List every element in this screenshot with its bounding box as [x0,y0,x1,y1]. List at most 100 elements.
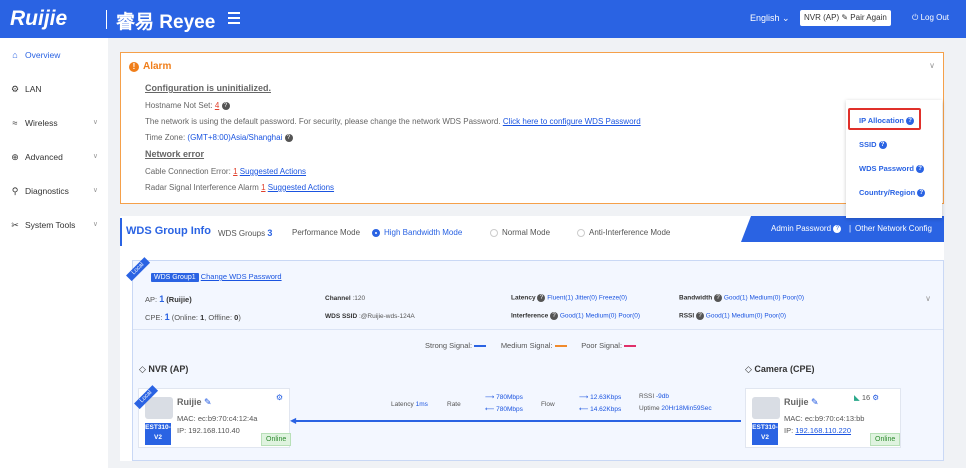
other-network-config-tab[interactable]: Other Network Config [855,216,932,242]
popup-item-country-region[interactable]: Country/Region ? [859,188,926,198]
help-icon: ? [878,141,887,150]
popup-item-wds-password[interactable]: WDS Password ? [859,164,925,174]
radio-icon [577,228,585,237]
group-expand-icon[interactable]: ∨ [925,294,931,303]
alarm-title-text: Alarm [143,61,172,72]
radar-count-link[interactable]: 1 [261,183,265,192]
wds-groups-value: 3 [267,228,273,238]
edit-icon: ✎ [841,13,849,22]
radar-suggested-actions-link[interactable]: Suggested Actions [268,183,334,192]
highlight-box [848,108,921,130]
sidebar-item-wireless[interactable]: ≈ Wireless ∨ [10,114,100,132]
sidebar-item-system-tools[interactable]: ✂ System Tools ∨ [10,216,100,234]
camera-device-card[interactable]: EST310-V2 Ruijie ✎ ◣ 16 ⚙ MAC: ec:b9:70:… [745,388,901,448]
camera-section-label: Camera (CPE) [754,364,815,374]
nvr-device-card[interactable]: Local EST310-V2 Ruijie ✎ ⚙ MAC: ec:b9:70… [134,384,292,448]
cable-count-link[interactable]: 1 [233,167,237,176]
mode-normal[interactable]: Normal Mode [490,228,550,237]
admin-password-label: Admin Password [771,224,832,233]
client-count[interactable]: ◣ 16 ⚙ [854,393,879,402]
rate-up-value: 780Mbps [496,394,523,401]
device-model-badge: EST310-V2 [752,423,778,445]
mode-indicator: NVR (AP) ✎ Pair Again [800,10,891,26]
cpe-summary: CPE: 1 (Online: 1, Offline: 0) [145,312,241,322]
bandwidth-label: Bandwidth [679,294,713,302]
edit-icon[interactable]: ✎ [811,397,819,407]
help-icon: ? [917,189,926,198]
pair-again-link[interactable]: ✎ Pair Again [841,13,886,22]
sidebar-item-label: LAN [25,84,42,94]
legend-strong-label: Strong Signal: [425,341,473,350]
link-latency: Latency 1ms [391,401,428,408]
tools-icon: ✂ [11,220,19,230]
timezone-value[interactable]: (GMT+8:00)Asia/Shanghai [187,133,282,142]
help-icon[interactable]: ? [221,101,230,110]
latency-info: Latency ? Fluent(1) Jitter(0) Freeze(0) [511,294,627,302]
timezone-label: Time Zone: [145,133,186,142]
link-arrow-icon: ◀ [290,416,297,425]
hostname-label: Hostname Not Set: [145,101,213,110]
diagnostics-icon: ⚲ [11,186,19,196]
config-heading: Configuration is uninitialized. [145,83,271,93]
help-icon[interactable]: ? [550,312,559,320]
legend-strong-swatch [474,345,487,348]
help-icon[interactable]: ? [695,312,704,320]
configure-wds-password-link[interactable]: Click here to configure WDS Password [503,117,641,126]
ap-brand: (Ruijie) [166,295,192,304]
wifi-icon: ≈ [12,118,18,128]
popup-item-ssid[interactable]: SSID ? [859,140,887,150]
home-icon: ⌂ [12,50,18,60]
status-badge: Online [870,433,901,446]
sidebar-item-lan[interactable]: ⚙ LAN [10,80,100,98]
logout-button[interactable]: ⏻ Log Out [912,13,949,23]
product-name: Reyee [159,12,216,33]
device-model-badge: EST310-V2 [145,423,171,445]
collapse-chevron-icon[interactable]: ∨ [929,61,935,70]
cpe-offline-label: , Offline: [204,313,233,322]
gear-icon: ⚙ [10,84,20,94]
radar-alert: Radar Signal Interference Alarm 1 Sugges… [145,183,334,192]
help-icon[interactable]: ? [284,133,293,142]
help-icon[interactable]: ? [714,294,723,302]
language-selector[interactable]: English ⌄ [750,13,790,24]
ip-label: IP: [177,426,187,435]
camera-ip-link[interactable]: 192.168.110.220 [795,426,851,435]
help-icon[interactable]: ? [537,294,546,302]
mode-anti-interference[interactable]: Anti-Interference Mode [577,228,670,237]
menu-toggle-icon[interactable] [228,12,240,24]
latency-jitter: Jitter(0) [575,294,598,302]
ssid-label: WDS SSID [325,313,358,320]
chevron-down-icon: ∨ [92,221,98,228]
cpe-label: CPE: [145,313,163,322]
cable-alert: Cable Connection Error: 1 Suggested Acti… [145,167,306,176]
rate-label: Rate [447,401,461,408]
performance-mode-label: Performance Mode [292,228,361,237]
sidebar-item-diagnostics[interactable]: ⚲ Diagnostics ∨ [10,182,100,200]
cable-suggested-actions-link[interactable]: Suggested Actions [240,167,306,176]
settings-icon[interactable]: ⚙ [276,393,283,402]
edit-icon[interactable]: ✎ [204,397,212,407]
settings-icon[interactable]: ⚙ [872,393,879,402]
ssid-info: WDS SSID :@Ruijie-wds-124A [325,313,415,320]
bandwidth-good: Good(1) [723,294,748,302]
sidebar: ⌂ Overview ⚙ LAN ≈ Wireless ∨ ⊕ Advanced ∨ ⚲ Di… [0,38,108,468]
mode-label: Anti-Interference Mode [589,228,671,237]
legend-poor-label: Poor Signal: [581,341,623,350]
latency-label: Latency [391,401,414,408]
sidebar-item-advanced[interactable]: ⊕ Advanced ∨ [10,148,100,166]
mode-high-bandwidth[interactable]: High Bandwidth Mode [372,228,462,237]
admin-password-tab[interactable]: Admin Password ? [771,216,842,242]
sidebar-item-overview[interactable]: ⌂ Overview [10,46,100,64]
group-name-badge: WDS Group1 [151,273,199,282]
link-uptime: Uptime 20Hr18Min59Sec [639,405,712,412]
change-wds-password-link[interactable]: Change WDS Password [201,272,282,281]
device-mac-row: MAC: ec:b9:70:c4:13:bb [784,414,864,423]
sidebar-item-label: Advanced [25,152,63,162]
rssi-poor: Poor(0) [764,312,787,320]
wds-group-card: WDS Group Info WDS Groups 3 Performance … [120,216,944,461]
cpe-online-label: (Online: [171,313,198,322]
hostname-count-link[interactable]: 4 [215,101,219,110]
uptime-label: Uptime [639,405,660,412]
arrow-left-icon: ⟵ [485,406,495,413]
chevron-down-icon: ⌄ [782,13,790,23]
